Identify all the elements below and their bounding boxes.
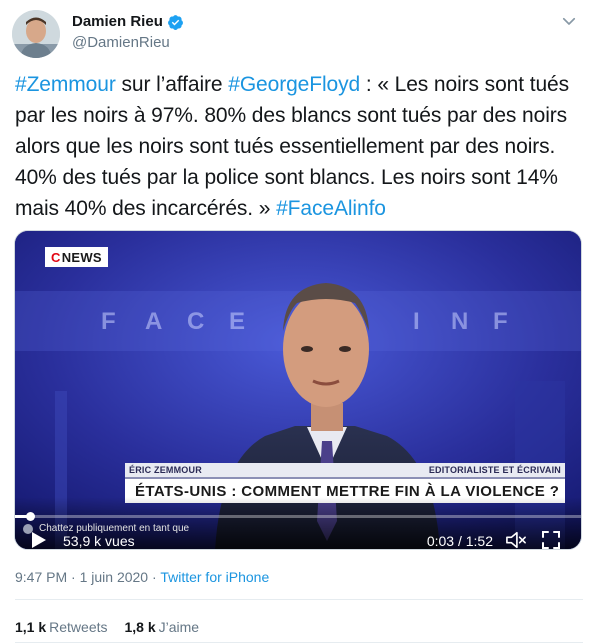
tweet-text-part: sur l’affaire bbox=[115, 73, 229, 96]
likes-count: 1,8 k bbox=[124, 619, 156, 635]
tweet-header: Damien Rieu @DamienRieu bbox=[12, 10, 584, 60]
tweet-stats: 1,1 k Retweets 1,8 k J’aime bbox=[15, 619, 199, 635]
hashtag-georgefloyd[interactable]: #GeorgeFloyd bbox=[228, 73, 360, 96]
svg-text:F: F bbox=[493, 308, 508, 335]
guest-role: EDITORIALISTE ET ÉCRIVAIN bbox=[428, 465, 561, 475]
video-time: 0:03 / 1:52 bbox=[426, 533, 493, 549]
channel-logo-name: NEWS bbox=[61, 249, 102, 265]
verified-badge-icon bbox=[167, 14, 183, 30]
tweet-meta: 9:47 PM · 1 juin 2020 · Twitter for iPho… bbox=[15, 569, 269, 585]
svg-text:C: C bbox=[187, 308, 204, 335]
svg-text:I: I bbox=[413, 308, 420, 335]
svg-text:E: E bbox=[229, 308, 245, 335]
fullscreen-icon[interactable] bbox=[541, 530, 561, 550]
author-display-name[interactable]: Damien Rieu bbox=[72, 12, 163, 32]
retweets-stat[interactable]: 1,1 k Retweets bbox=[15, 619, 108, 635]
retweets-label: Retweets bbox=[49, 619, 108, 635]
hashtag-facealinfo[interactable]: #FaceAlinfo bbox=[276, 197, 386, 220]
likes-stat[interactable]: 1,8 k J’aime bbox=[125, 619, 200, 635]
hashtag-zemmour[interactable]: #Zemmour bbox=[15, 73, 116, 96]
progress-bar[interactable] bbox=[15, 512, 581, 521]
retweets-count: 1,1 k bbox=[15, 619, 47, 635]
volume-icon[interactable] bbox=[505, 530, 527, 550]
progress-handle[interactable] bbox=[26, 512, 36, 521]
video-player[interactable]: FACE INF C NEWS ÉRIC ZEMMOUR EDITORIALIS… bbox=[14, 230, 582, 550]
channel-logo: C NEWS bbox=[45, 247, 108, 267]
tweet-source[interactable]: Twitter for iPhone bbox=[160, 569, 269, 585]
chevron-down-icon[interactable] bbox=[560, 12, 578, 30]
divider bbox=[15, 599, 583, 600]
play-icon[interactable] bbox=[31, 531, 47, 549]
svg-text:F: F bbox=[101, 308, 116, 335]
author-handle[interactable]: @DamienRieu bbox=[72, 33, 184, 53]
author-name-row[interactable]: Damien Rieu bbox=[72, 12, 184, 32]
meta-separator: · bbox=[148, 569, 161, 585]
avatar[interactable] bbox=[12, 10, 60, 58]
guest-name: ÉRIC ZEMMOUR bbox=[129, 465, 202, 475]
svg-text:A: A bbox=[145, 308, 162, 335]
svg-text:N: N bbox=[451, 308, 468, 335]
tweet-time[interactable]: 9:47 PM bbox=[15, 569, 67, 585]
tweet-text: #Zemmour sur l’affaire #GeorgeFloyd : « … bbox=[15, 69, 583, 224]
video-controls: Chattez publiquement en tant que 53,9 k … bbox=[15, 497, 581, 549]
view-count: 53,9 k vues bbox=[63, 533, 135, 549]
channel-logo-c: C bbox=[51, 249, 61, 265]
likes-label: J’aime bbox=[158, 619, 200, 635]
meta-separator: · bbox=[67, 569, 80, 585]
tweet-date[interactable]: 1 juin 2020 bbox=[80, 569, 149, 585]
